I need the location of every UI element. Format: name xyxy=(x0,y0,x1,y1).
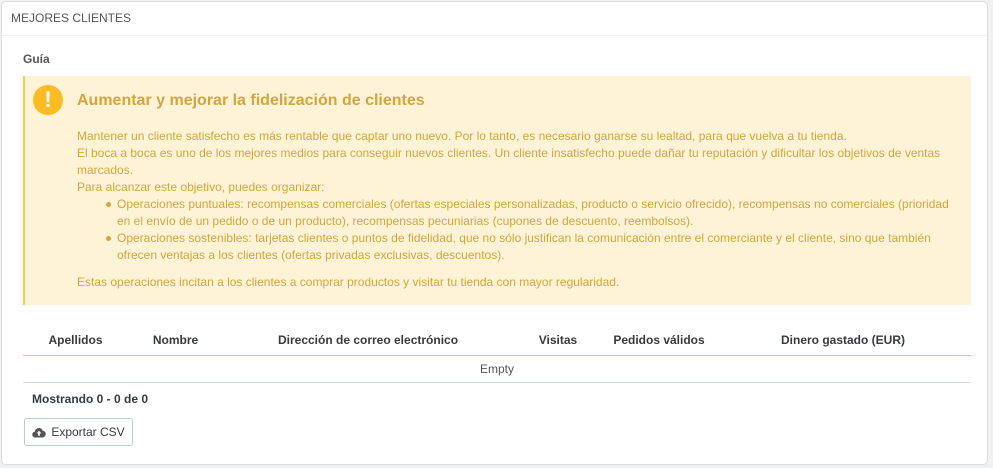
table-row: Empty xyxy=(23,355,971,383)
alert-text: Mantener un cliente satisfecho es más re… xyxy=(77,129,847,143)
column-header-valid-orders: Pedidos válidos xyxy=(603,325,715,356)
table-header-row: Apellidos Nombre Dirección de correo ele… xyxy=(23,325,971,356)
alert-text: Estas operaciones incitan a los clientes… xyxy=(77,275,620,289)
best-customers-panel: MEJORES CLIENTES Guía ! Aumentar y mejor… xyxy=(1,1,988,465)
guide-title: Guía xyxy=(23,52,50,66)
alert-text: Para alcanzar este objetivo, puedes orga… xyxy=(77,180,325,194)
column-header-firstname: Nombre xyxy=(128,325,223,356)
export-csv-label: Exportar CSV xyxy=(51,425,125,439)
empty-message: Empty xyxy=(23,355,971,383)
list-item: Operaciones puntuales: recompensas comer… xyxy=(106,196,962,230)
alert-body: Mantener un cliente satisfecho es más re… xyxy=(77,128,962,291)
column-header-lastname: Apellidos xyxy=(23,325,128,356)
column-header-email: Dirección de correo electrónico xyxy=(223,325,513,356)
alert-list: Operaciones puntuales: recompensas comer… xyxy=(77,196,962,264)
customers-table: Apellidos Nombre Dirección de correo ele… xyxy=(23,325,971,383)
alert-heading: Aumentar y mejorar la fidelización de cl… xyxy=(77,92,425,109)
warning-icon: ! xyxy=(33,85,63,115)
cloud-upload-icon xyxy=(32,427,47,438)
column-header-money-spent: Dinero gastado (EUR) xyxy=(715,325,971,356)
alert-text: El boca a boca es uno de los mejores med… xyxy=(77,146,941,177)
export-csv-button[interactable]: Exportar CSV xyxy=(24,418,133,446)
panel-title: MEJORES CLIENTES xyxy=(2,2,987,36)
warning-alert: ! Aumentar y mejorar la fidelización de … xyxy=(23,76,971,305)
list-item: Operaciones sostenibles: tarjetas client… xyxy=(106,230,962,264)
column-header-visits: Visitas xyxy=(513,325,603,356)
pagination-summary: Mostrando 0 - 0 de 0 xyxy=(32,392,149,406)
